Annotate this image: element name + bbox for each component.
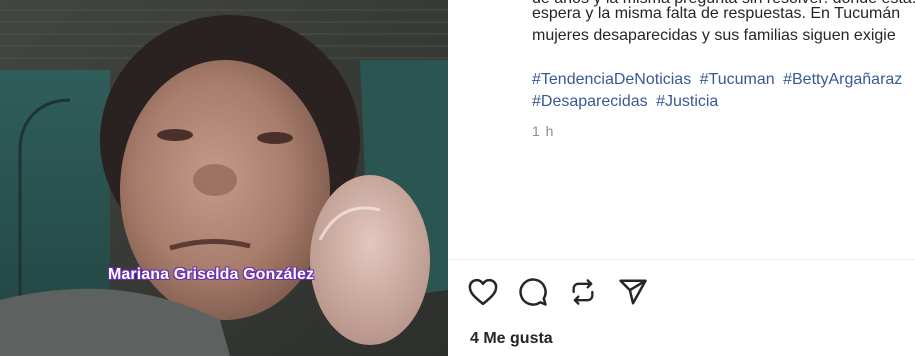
heart-icon [468,278,498,306]
hashtag-link[interactable]: #Desaparecidas [532,93,648,110]
hashtag-link[interactable]: #BettyArgañaraz [783,71,902,88]
hashtags: #TendenciaDeNoticias #Tucuman #BettyArga… [532,69,915,113]
hashtag-link[interactable]: #TendenciaDeNoticias [532,71,691,88]
comment-button[interactable] [518,276,548,308]
post-timestamp[interactable]: 1 h [532,123,554,139]
send-icon [619,279,647,305]
share-button[interactable] [618,276,648,308]
like-button[interactable] [468,276,498,308]
post-panel: de años y la misma pregunta sin resolver… [448,0,915,356]
video-player[interactable]: Mariana Griselda González [0,0,448,356]
video-caption-name: Mariana Griselda González [108,266,315,283]
hashtag-link[interactable]: #Tucuman [700,71,775,88]
caption-line-2: mujeres desaparecidas y sus familias sig… [532,27,896,44]
repost-icon [572,279,594,305]
caption-line-1: espera y la misma falta de respuestas. E… [532,5,901,22]
comment-icon [519,278,547,306]
video-frame [0,0,448,356]
likes-count[interactable]: 4 Me gusta [470,330,553,348]
repost-button[interactable] [568,276,598,308]
divider [448,259,915,260]
hashtag-link[interactable]: #Justicia [656,93,718,110]
action-bar [468,276,648,308]
